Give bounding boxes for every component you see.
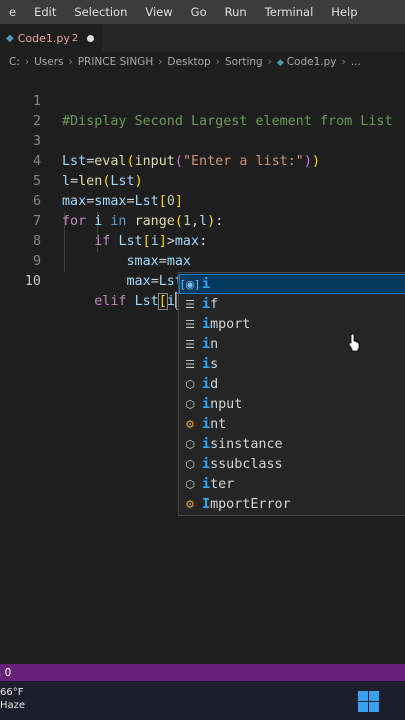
- keyword-icon: ☰: [185, 337, 195, 351]
- method-icon: ⬡: [185, 437, 195, 451]
- suggestion-label: int: [202, 416, 227, 432]
- suggestion-item[interactable]: ⬡ id: [179, 374, 405, 394]
- code-line: 9 max=Lst[i]: [0, 232, 405, 289]
- class-icon: ⚙: [185, 417, 195, 431]
- chevron-right-icon: ›: [267, 56, 272, 68]
- breadcrumb-sorting[interactable]: Sorting: [225, 56, 263, 68]
- mouse-pointer-icon: [348, 333, 360, 352]
- code-line: 4 l=len(Lst): [0, 132, 405, 189]
- method-icon: ⬡: [185, 477, 195, 491]
- code-line-active: 10 elif Lst[i]: [0, 252, 405, 310]
- code-line: 1 #Display Second Largest element from L…: [0, 72, 405, 129]
- suggestion-label: in: [202, 336, 219, 352]
- menu-selection[interactable]: Selection: [61, 5, 136, 19]
- menu-help[interactable]: Help: [318, 5, 366, 19]
- tab-problem-count: 2: [71, 32, 79, 44]
- code-line: 6 for i in range(1,l):: [0, 172, 405, 229]
- keyword-icon: ☰: [185, 357, 195, 371]
- suggestion-item[interactable]: ⬡ isinstance: [179, 434, 405, 454]
- suggestion-label: i: [202, 276, 211, 292]
- code-line: 2: [0, 92, 405, 129]
- menu-go[interactable]: Go: [178, 5, 216, 19]
- suggestion-item[interactable]: ☰ if: [179, 294, 405, 314]
- suggestion-widget: [◉] i ☰ if ☰ import ☰ in ☰ is ⬡ id ⬡ input ⚙ int ⬡ isinst…: [178, 272, 405, 516]
- keyword-icon: ☰: [185, 317, 195, 331]
- taskbar: 66°F Haze: [0, 681, 405, 720]
- line-number: 10: [24, 274, 41, 289]
- tab-file-name: Code1.py: [17, 31, 70, 45]
- menu-view[interactable]: View: [132, 5, 181, 19]
- code-line: 3 Lst=eval(input("Enter a list:")): [0, 112, 405, 169]
- status-problems[interactable]: , 0: [0, 667, 11, 679]
- suggestion-item[interactable]: [◉] i: [179, 274, 405, 294]
- keyword-icon: ☰: [185, 297, 195, 311]
- suggestion-item[interactable]: ⬡ input: [179, 394, 405, 414]
- chevron-right-icon: ›: [158, 56, 163, 68]
- suggestion-label: id: [202, 376, 219, 392]
- suggestion-label: is: [202, 356, 219, 372]
- menu-bar: e Edit Selection View Go Run Terminal He…: [0, 0, 405, 24]
- python-file-icon: ◆: [6, 32, 14, 44]
- variable-icon: [◉]: [180, 277, 200, 291]
- chevron-right-icon: ›: [68, 56, 73, 68]
- status-bar: , 0: [0, 664, 405, 681]
- menu-terminal[interactable]: Terminal: [252, 5, 323, 19]
- tab-bar: ◆ Code1.py 2: [0, 24, 405, 52]
- python-file-icon: ◆: [276, 58, 287, 68]
- method-icon: ⬡: [185, 397, 195, 411]
- suggestion-label: ImportError: [202, 496, 291, 512]
- code-line: 8 smax=max: [0, 212, 405, 269]
- breadcrumb-drive[interactable]: C:: [9, 56, 20, 68]
- breadcrumb-symbol[interactable]: ...: [351, 56, 361, 68]
- suggestion-label: issubclass: [202, 456, 283, 472]
- unsaved-dot-icon[interactable]: [87, 34, 95, 42]
- weather-widget[interactable]: 66°F Haze: [0, 686, 25, 712]
- code-text: elif Lst[i]: [62, 292, 186, 312]
- suggestion-item[interactable]: ☰ in: [179, 334, 405, 354]
- breadcrumb-desktop[interactable]: Desktop: [167, 56, 210, 68]
- weather-temp: 66°F: [0, 687, 24, 698]
- windows-start-icon[interactable]: [358, 691, 379, 712]
- breadcrumb: C: › Users › PRINCE SINGH › Desktop › Sortin…: [0, 52, 405, 72]
- suggestion-item[interactable]: ⚙ int: [179, 414, 405, 434]
- suggestion-item[interactable]: ☰ is: [179, 354, 405, 374]
- suggestion-item[interactable]: ⬡ iter: [179, 474, 405, 494]
- code-line: 7 if Lst[i]>max:: [0, 192, 405, 249]
- suggestion-item[interactable]: ☰ import: [179, 314, 405, 334]
- suggestion-label: import: [202, 316, 251, 332]
- suggestion-item[interactable]: ⚙ ImportError: [179, 494, 405, 514]
- method-icon: ⬡: [185, 377, 195, 391]
- chevron-right-icon: ›: [24, 56, 30, 68]
- suggestion-label: isinstance: [202, 436, 283, 452]
- weather-condition: Haze: [0, 700, 26, 711]
- breadcrumb-file[interactable]: ◆ Code1.py: [277, 56, 337, 68]
- breadcrumb-users[interactable]: Users: [34, 56, 63, 68]
- breadcrumb-user[interactable]: PRINCE SINGH: [78, 56, 154, 68]
- code-line: 5 max=smax=Lst[0]: [0, 152, 405, 209]
- class-icon: ⚙: [185, 497, 195, 511]
- chevron-right-icon: ›: [215, 56, 220, 68]
- suggestion-label: if: [202, 296, 219, 312]
- menu-run[interactable]: Run: [212, 5, 256, 19]
- method-icon: ⬡: [185, 457, 195, 471]
- menu-edit[interactable]: Edit: [21, 5, 65, 19]
- suggestion-item[interactable]: ⬡ issubclass: [179, 454, 405, 474]
- suggestion-label: iter: [202, 476, 235, 492]
- chevron-right-icon: ›: [341, 56, 346, 68]
- suggestion-label: input: [202, 396, 243, 412]
- tab-code1[interactable]: ◆ Code1.py 2: [0, 24, 102, 52]
